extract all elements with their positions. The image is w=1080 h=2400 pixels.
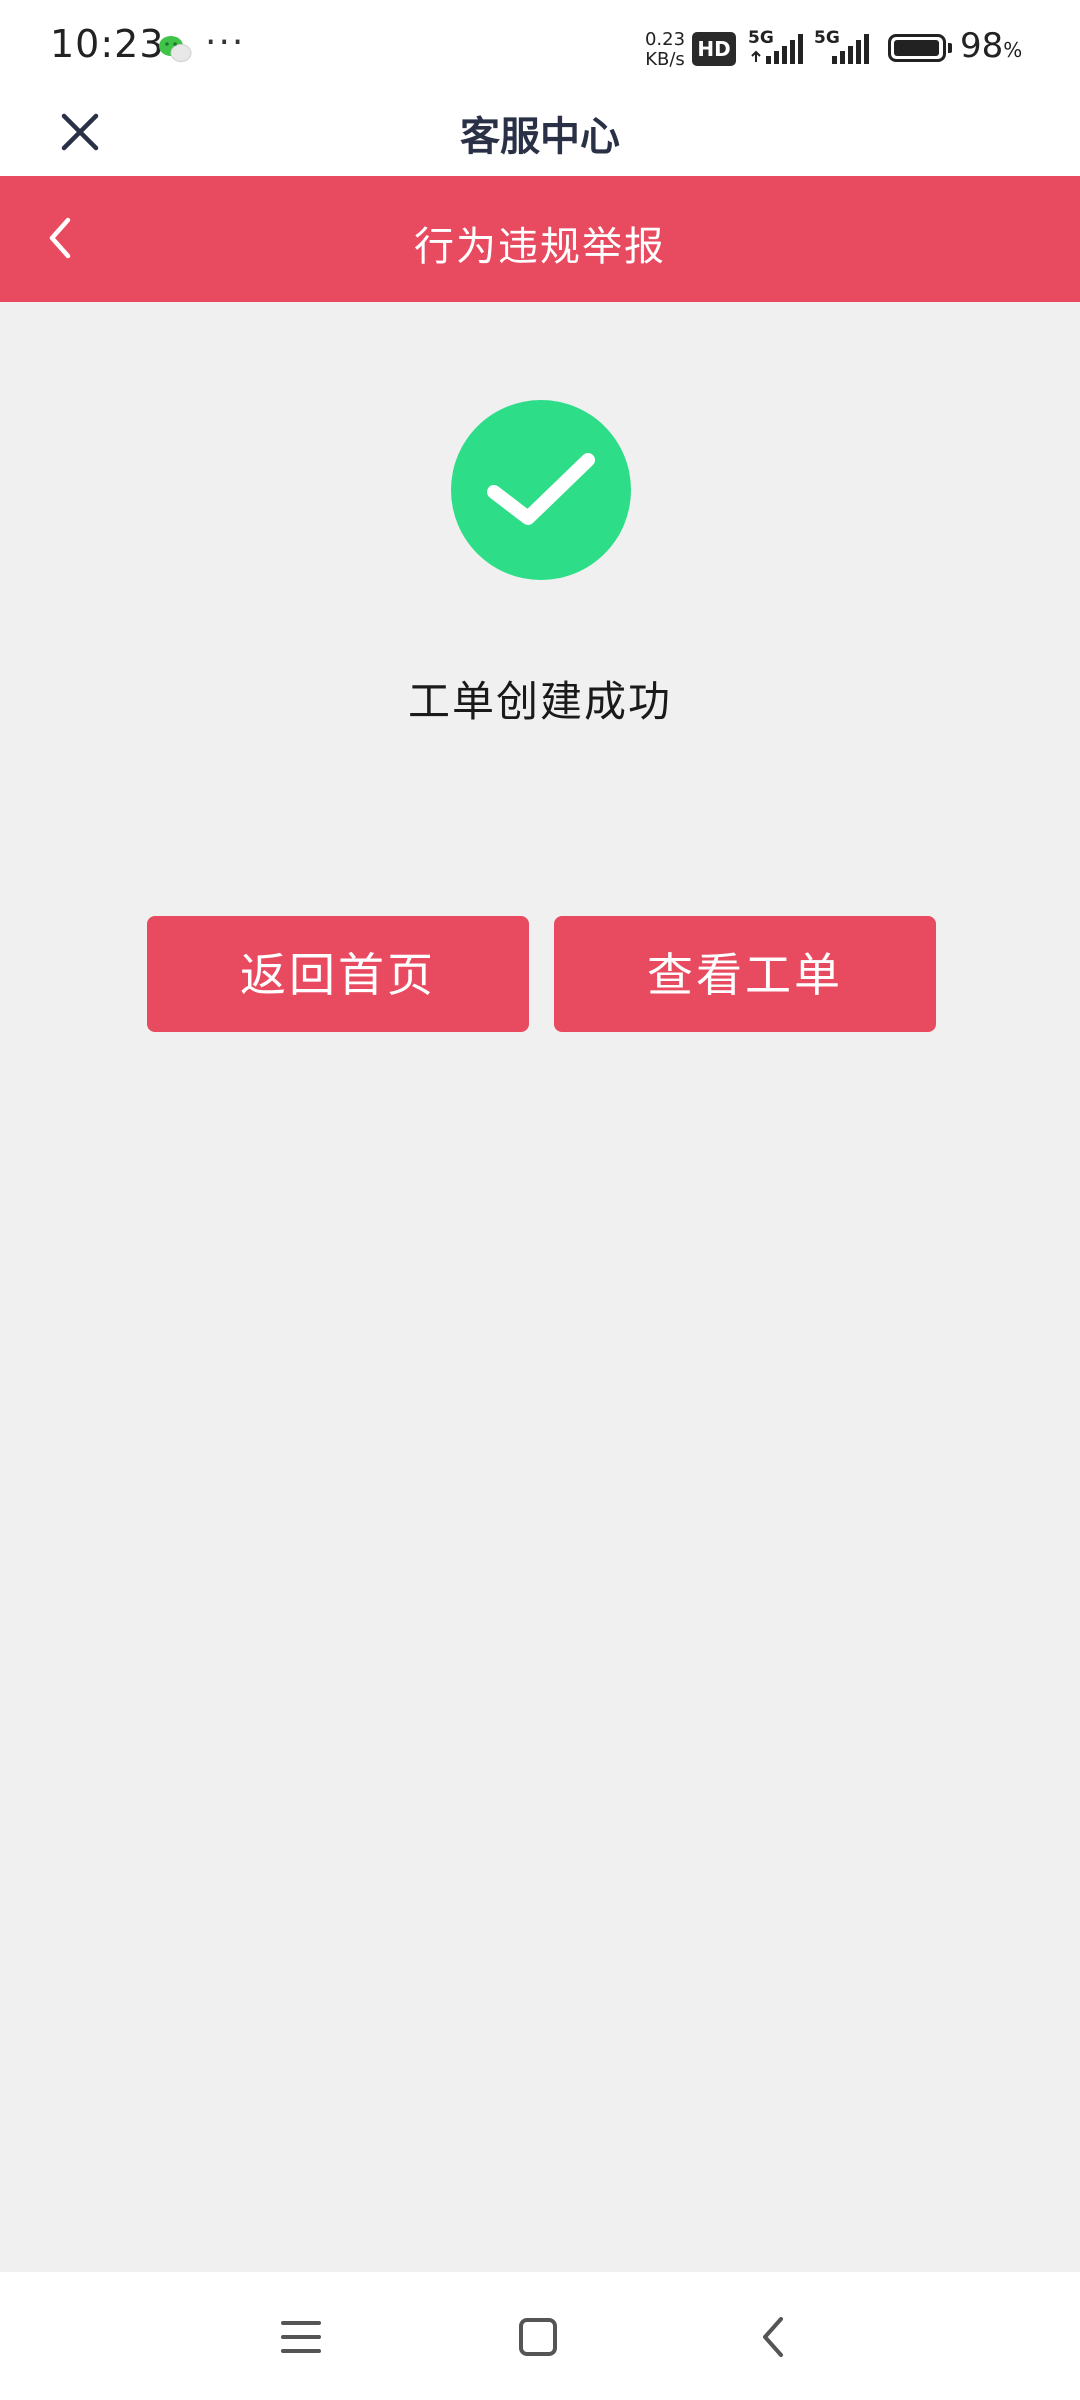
wechat-icon <box>158 34 192 64</box>
success-badge <box>451 400 631 580</box>
battery-fill <box>894 40 939 56</box>
check-icon <box>487 453 595 525</box>
report-title-bar: 行为违规举报 <box>0 176 1080 302</box>
back-nav-button[interactable] <box>738 2302 808 2372</box>
battery-percent: 98% <box>960 26 1023 66</box>
view-ticket-button[interactable]: 查看工单 <box>554 916 936 1032</box>
system-nav-bar <box>0 2272 1080 2400</box>
success-message: 工单创建成功 <box>407 677 672 726</box>
app-header: 客服中心 <box>0 92 1080 176</box>
home-square-icon <box>519 2318 557 2356</box>
recent-apps-button[interactable] <box>266 2302 336 2372</box>
report-title: 行为违规举报 <box>414 224 666 270</box>
more-notifications-icon: ··· <box>205 22 246 63</box>
return-home-button[interactable]: 返回首页 <box>147 916 529 1032</box>
hd-voice-icon: HD <box>692 32 736 66</box>
network-speed-unit: KB/s <box>645 49 685 70</box>
home-nav-button[interactable] <box>503 2302 573 2372</box>
network-speed-value: 0.23 <box>644 29 686 50</box>
battery-icon <box>888 34 952 62</box>
status-bar: 10:23 ··· 0.23 KB/s HD 5G 5G 98% <box>0 0 1080 92</box>
back-icon <box>763 2317 783 2357</box>
menu-icon <box>281 2321 321 2353</box>
status-time: 10:23 <box>50 22 165 66</box>
page-title: 客服中心 <box>460 114 620 160</box>
network-speed: 0.23 KB/s <box>640 30 690 70</box>
